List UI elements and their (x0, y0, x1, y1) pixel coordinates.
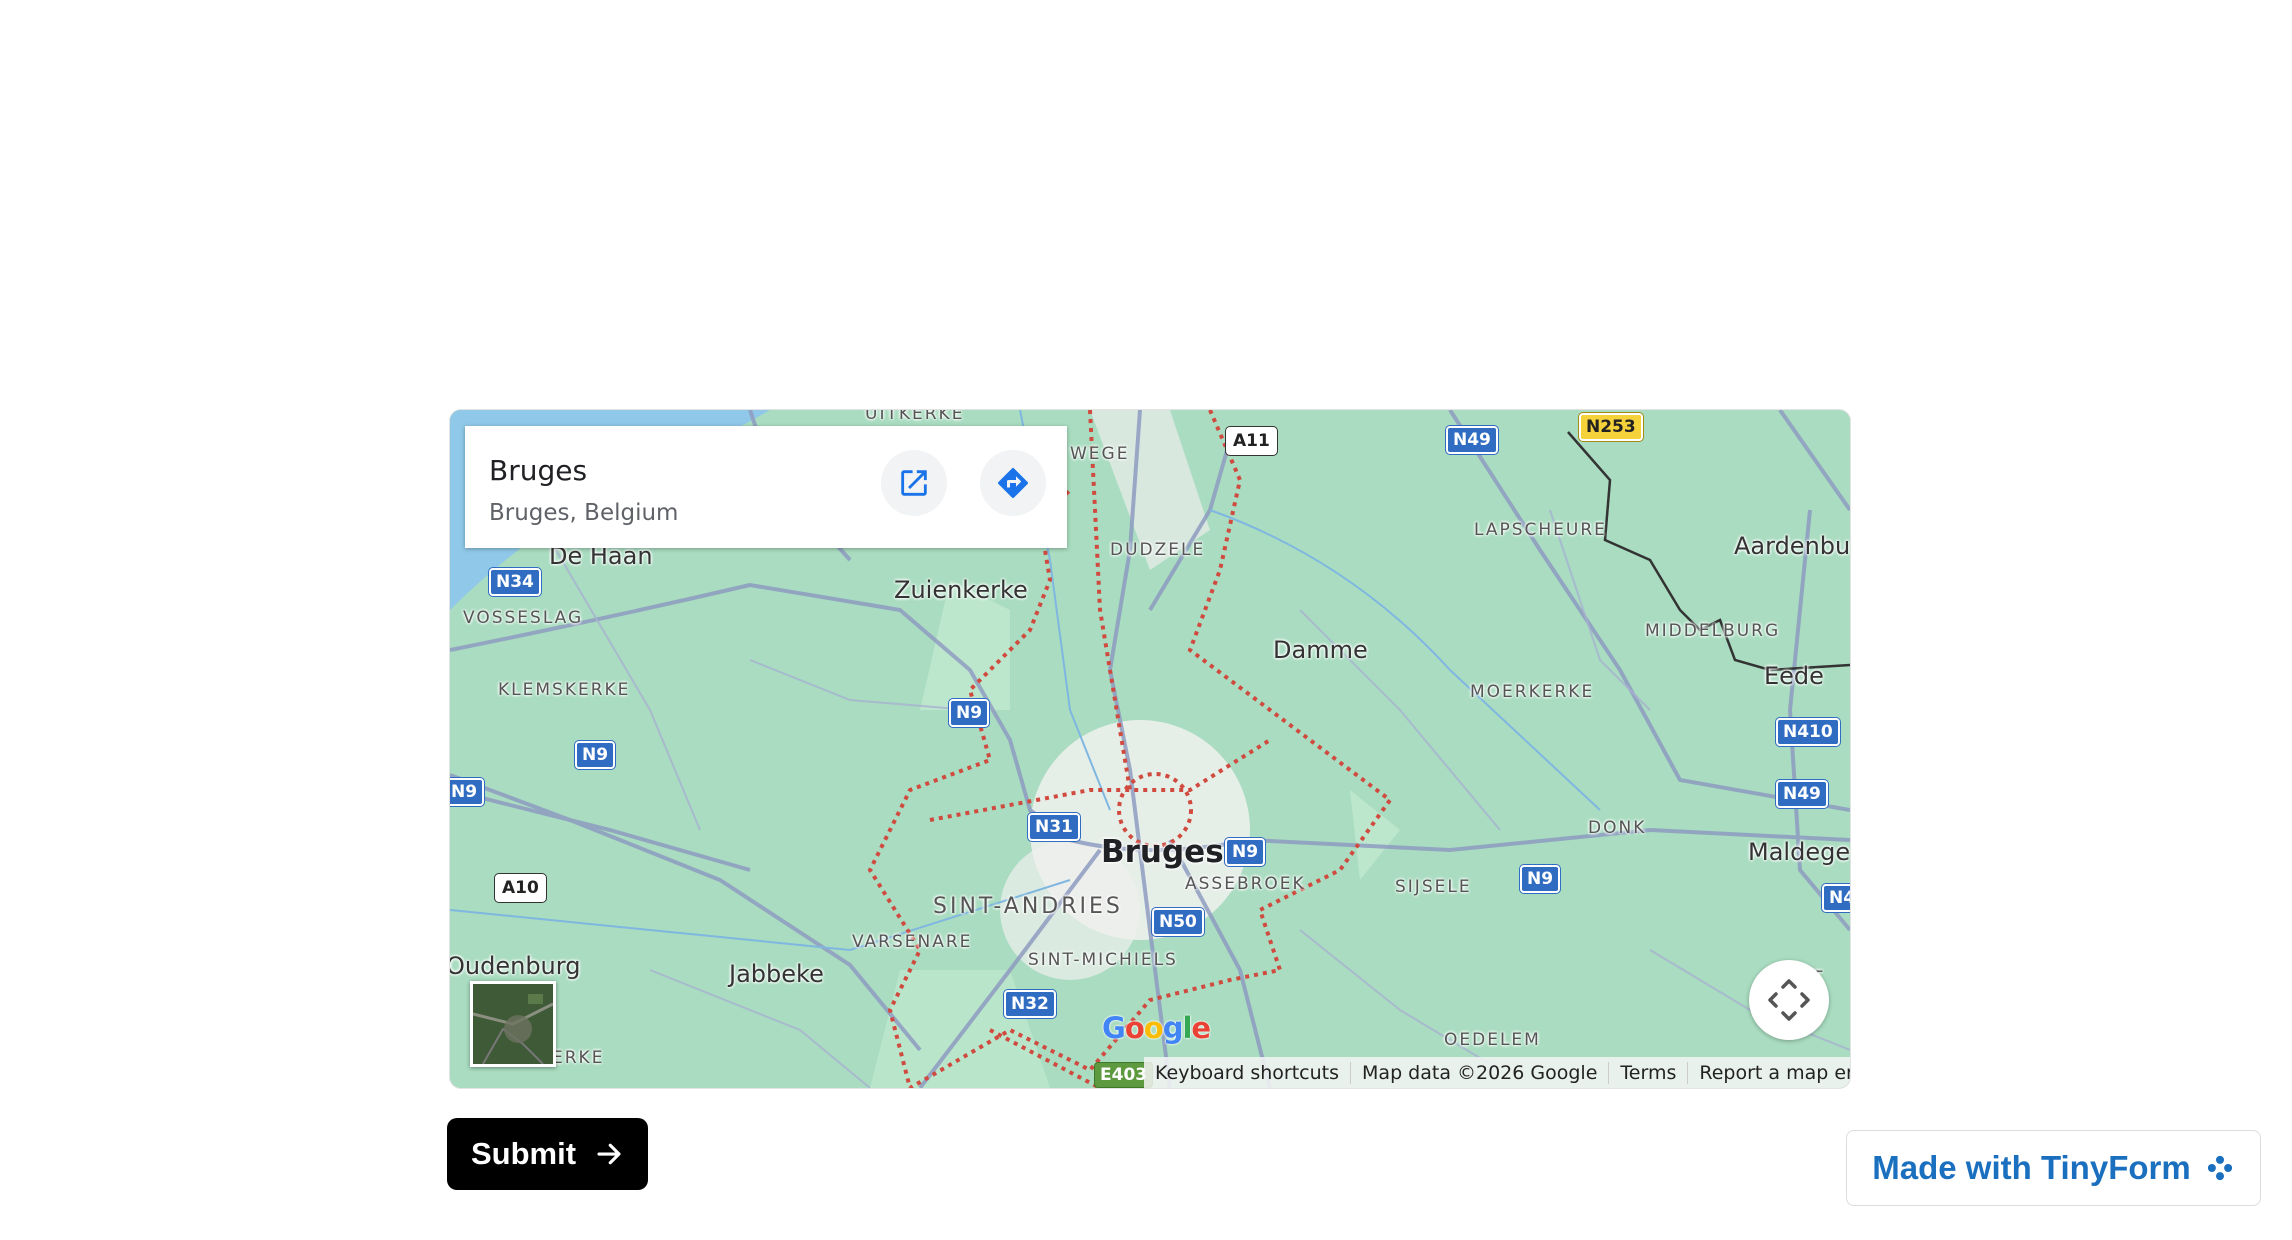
map-label-erke: ERKE (552, 1048, 605, 1068)
submit-button[interactable]: Submit (447, 1118, 648, 1190)
map-label-maldegem: Maldegen (1748, 838, 1851, 866)
map-label-moerkerke: MOERKERKE (1470, 682, 1595, 702)
map-label-middelburg: MIDDELBURG (1645, 621, 1781, 641)
road-shield-n49: N49 (1446, 426, 1498, 454)
directions-icon (998, 468, 1028, 498)
map-label-oudenburg: Oudenburg (449, 952, 581, 980)
map-label-bruges: Bruges (1101, 834, 1224, 870)
map-label-aardenburg: Aardenburg (1734, 532, 1851, 560)
tinyform-flower-icon (2207, 1155, 2232, 1181)
submit-label: Submit (470, 1136, 577, 1171)
map-label-sint-andries: SINT-ANDRIES (933, 894, 1123, 919)
report-map-error-link[interactable]: Report a map error (1687, 1061, 1850, 1084)
map-label-zuienkerke: Zuienkerke (894, 576, 1028, 604)
map-label-varsenare: VARSENARE (852, 932, 973, 952)
map-label-jabbeke: Jabbeke (729, 960, 824, 988)
google-logo: Google (1102, 1011, 1211, 1045)
place-subtitle: Bruges, Belgium (489, 500, 679, 526)
road-shield-n9: N9 (1520, 865, 1561, 893)
road-shield-n31: N31 (1028, 813, 1080, 841)
map-attribution-bar: Keyboard shortcuts Map data ©2026 Google… (1144, 1057, 1850, 1088)
road-shield-a10: A10 (495, 874, 546, 902)
satellite-view-toggle[interactable] (470, 981, 556, 1067)
map-label-sint-michiels: SINT-MICHIELS (1028, 950, 1178, 970)
road-shield-n34: N34 (489, 568, 541, 596)
embedded-map[interactable]: UITKERKE WEGE De Haan DUDZELE LAPSCHEURE… (449, 409, 1851, 1089)
place-info-card: Bruges Bruges, Belgium (465, 426, 1067, 548)
keyboard-shortcuts-link[interactable]: Keyboard shortcuts (1144, 1062, 1350, 1084)
map-label-wege: WEGE (1070, 444, 1130, 464)
map-camera-control-button[interactable] (1749, 960, 1829, 1040)
road-shield-n49: N49 (1776, 780, 1828, 808)
road-shield-n253: N253 (1579, 413, 1643, 441)
made-with-tinyform-badge[interactable]: Made with TinyForm (1846, 1130, 2261, 1206)
map-label-eede: Eede (1764, 662, 1824, 690)
fullscreen-icon (1768, 979, 1810, 1021)
map-label-damme: Damme (1273, 636, 1368, 664)
road-shield-n50: N50 (1152, 908, 1204, 936)
road-shield-n4: N4 (1822, 884, 1850, 912)
arrow-right-icon (597, 1143, 621, 1165)
made-with-label: Made with TinyForm (1872, 1149, 2191, 1186)
place-title: Bruges (489, 454, 588, 487)
open-in-maps-button[interactable] (881, 450, 947, 516)
terms-link[interactable]: Terms (1608, 1061, 1687, 1084)
map-label-sijsele: SIJSELE (1395, 877, 1472, 897)
road-shield-n32: N32 (1004, 990, 1056, 1018)
map-label-lapscheure: LAPSCHEURE (1474, 520, 1607, 540)
directions-button[interactable] (980, 450, 1046, 516)
map-label-assebroek: ASSEBROEK (1185, 874, 1306, 894)
open-in-new-icon (901, 470, 927, 496)
map-label-oedelem: OEDELEM (1444, 1030, 1541, 1050)
map-label-donk: DONK (1588, 818, 1647, 838)
satellite-thumbnail-icon (473, 984, 553, 1064)
road-shield-n9: N9 (949, 699, 990, 727)
map-label-vosseslag: VOSSESLAG (463, 608, 584, 628)
road-shield-a11: A11 (1226, 427, 1277, 455)
map-label-dudzele: DUDZELE (1110, 540, 1206, 560)
map-label-klemskerke: KLEMSKERKE (498, 680, 631, 700)
road-shield-n9: N9 (575, 741, 616, 769)
map-data-text: Map data ©2026 Google (1350, 1061, 1608, 1084)
road-shield-n410: N410 (1776, 718, 1840, 746)
road-shield-n9: N9 (1225, 838, 1266, 866)
road-shield-n9: N9 (450, 778, 485, 806)
map-label-uitkerke: UITKERKE (865, 409, 965, 424)
